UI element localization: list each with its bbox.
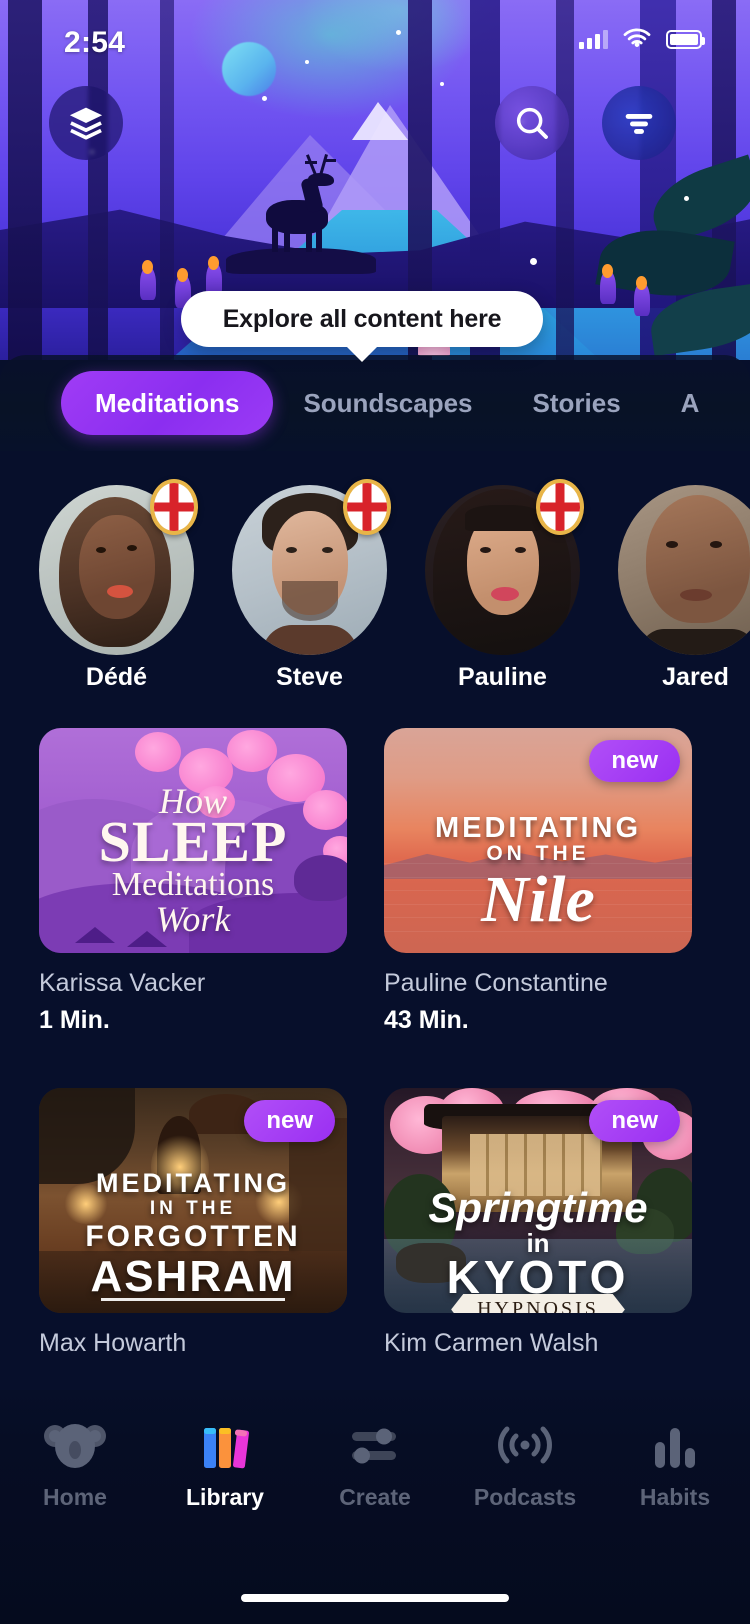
- category-tab-bar[interactable]: Meditations Soundscapes Stories A: [0, 355, 750, 451]
- teacher-name: Dédé: [85, 663, 148, 691]
- tab-stories[interactable]: Stories: [503, 371, 651, 435]
- filter-icon: [625, 114, 653, 134]
- nav-label-create: Create: [339, 1484, 411, 1510]
- tab-more[interactable]: A: [651, 371, 730, 435]
- category-tabs: Meditations Soundscapes Stories A: [0, 355, 729, 451]
- status-bar: 2:54: [0, 0, 750, 78]
- layers-icon: [69, 107, 103, 140]
- nav-item-create[interactable]: Create: [300, 1420, 450, 1550]
- teacher-item[interactable]: Steve: [232, 479, 391, 691]
- england-flag-badge: [343, 479, 391, 535]
- england-flag-badge: [150, 479, 198, 535]
- card-duration: 43 Min.: [384, 1006, 469, 1034]
- deer-illustration: [258, 154, 336, 252]
- new-badge: new: [589, 740, 680, 782]
- flower-shape: [634, 276, 650, 316]
- tooltip-text: Explore all content here: [222, 304, 502, 333]
- nav-item-home[interactable]: Home: [0, 1420, 150, 1550]
- nav-label-habits: Habits: [639, 1484, 711, 1510]
- koala-icon: [44, 1420, 106, 1470]
- nav-label-podcasts: Podcasts: [473, 1484, 577, 1510]
- avatar: [618, 485, 750, 655]
- nav-item-habits[interactable]: Habits: [600, 1420, 750, 1550]
- status-time: 2:54: [64, 26, 126, 59]
- card-thumbnail: Springtime in KYOTO HYPNOSIS new: [384, 1088, 692, 1313]
- books-icon: [196, 1420, 254, 1470]
- content-card[interactable]: Springtime in KYOTO HYPNOSIS new Kim Car…: [384, 1088, 692, 1366]
- layers-button[interactable]: [49, 86, 123, 160]
- card-author: Kim Carmen Walsh: [384, 1329, 599, 1357]
- nav-label-home: Home: [43, 1484, 107, 1510]
- card-duration: 1 Min.: [39, 1006, 110, 1034]
- teacher-name: Pauline: [458, 663, 547, 691]
- teacher-name: Jared: [662, 663, 729, 691]
- nav-item-podcasts[interactable]: Podcasts: [450, 1420, 600, 1550]
- wifi-icon: [623, 28, 651, 47]
- content-card[interactable]: How SLEEP Meditations Work Karissa Vacke…: [39, 728, 347, 1035]
- flower-shape: [600, 264, 616, 304]
- search-button[interactable]: [495, 86, 569, 160]
- home-indicator: [241, 1594, 509, 1602]
- battery-icon: [666, 29, 705, 49]
- teacher-item[interactable]: Jared: [618, 485, 750, 691]
- content-card[interactable]: MEDITATING ON THE Nile new Pauline Const…: [384, 728, 692, 1035]
- teacher-name: Steve: [276, 663, 343, 691]
- flower-shape: [140, 260, 156, 300]
- card-thumbnail: How SLEEP Meditations Work: [39, 728, 347, 953]
- england-flag-badge: [536, 479, 584, 535]
- nav-items: Home Library Create Podcasts Habits: [0, 1420, 750, 1550]
- card-author: Max Howarth: [39, 1329, 187, 1357]
- tooltip-explore-content[interactable]: Explore all content here: [181, 291, 543, 347]
- mountain-peak: [352, 102, 408, 140]
- nav-label-library: Library: [186, 1484, 264, 1510]
- teacher-item[interactable]: Dédé: [39, 479, 198, 691]
- card-author: Pauline Constantine: [384, 969, 608, 997]
- sliders-icon: [346, 1420, 404, 1470]
- cellular-signal-icon: [579, 29, 608, 49]
- app-screen: 2:54 Explore all content here Meditation…: [0, 0, 750, 1624]
- nav-item-library[interactable]: Library: [150, 1420, 300, 1550]
- new-badge: new: [589, 1100, 680, 1142]
- content-card[interactable]: MEDITATING IN THE FORGOTTEN ASHRAM new M…: [39, 1088, 347, 1366]
- card-thumbnail: MEDITATING ON THE Nile new: [384, 728, 692, 953]
- status-icons: [579, 28, 705, 50]
- new-badge: new: [244, 1100, 335, 1142]
- card-author: Karissa Vacker: [39, 969, 206, 997]
- search-icon: [516, 107, 548, 139]
- card-thumbnail: MEDITATING IN THE FORGOTTEN ASHRAM new: [39, 1088, 347, 1313]
- bar-chart-icon: [649, 1420, 701, 1470]
- teacher-item[interactable]: Pauline: [425, 479, 584, 691]
- broadcast-icon: [495, 1420, 555, 1470]
- filter-button[interactable]: [602, 86, 676, 160]
- bottom-navigation[interactable]: Home Library Create Podcasts Habits: [0, 1390, 750, 1624]
- teacher-list: Dédé Steve Pauline Jared: [0, 479, 750, 700]
- tab-meditations[interactable]: Meditations: [61, 371, 274, 435]
- tab-soundscapes[interactable]: Soundscapes: [273, 371, 502, 435]
